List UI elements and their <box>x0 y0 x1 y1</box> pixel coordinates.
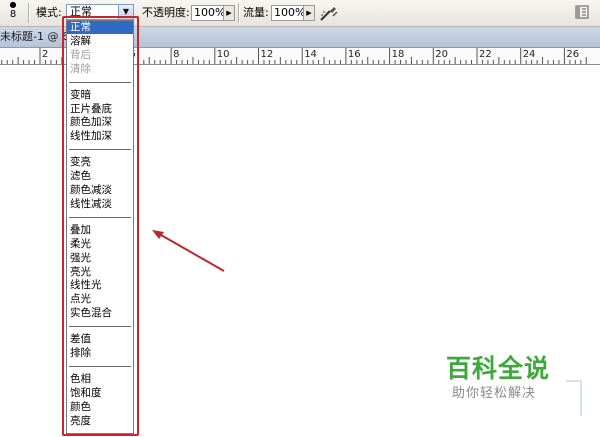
opacity-label: 不透明度: <box>142 6 190 19</box>
flow-field[interactable]: 100% ▶ <box>271 5 315 21</box>
ruler-label: 20 <box>435 49 448 60</box>
mode-label: 模式: <box>36 6 62 19</box>
brush-size-value: 8 <box>9 9 17 20</box>
ruler-label: 10 <box>217 49 230 60</box>
flow-slider-arrow-icon[interactable]: ▶ <box>303 6 314 20</box>
ruler-label: 2 <box>42 49 48 60</box>
ruler-label: 26 <box>566 49 579 60</box>
ruler-label: 24 <box>523 49 536 60</box>
highlight-frame <box>62 16 139 436</box>
ruler-label: 18 <box>392 49 405 60</box>
airbrush-icon[interactable] <box>318 3 340 23</box>
brush-dot-icon: ● <box>9 0 17 9</box>
document-title[interactable]: 未标题-1 @ 6 <box>0 29 69 45</box>
ruler-label: 12 <box>261 49 274 60</box>
annotation-arrow-icon <box>152 230 225 272</box>
watermark-title: 百科全说 <box>446 354 551 383</box>
opacity-field[interactable]: 100% ▶ <box>191 5 235 21</box>
flow-label: 流量: <box>243 6 269 19</box>
opacity-slider-arrow-icon[interactable]: ▶ <box>223 6 234 20</box>
palette-toggle-icon[interactable] <box>574 4 590 20</box>
ruler-label: 22 <box>479 49 492 60</box>
ruler-label: 14 <box>304 49 317 60</box>
brush-size-picker[interactable]: ● 8 <box>2 1 24 25</box>
watermark-subtitle: 助你轻松解决 <box>452 386 537 401</box>
ruler-label: 8 <box>173 49 179 60</box>
ruler-label: 16 <box>348 49 361 60</box>
opacity-value: 100% <box>194 6 226 19</box>
flow-value: 100% <box>274 6 306 19</box>
toolbar-divider <box>28 3 29 23</box>
toolbar-divider <box>238 3 239 23</box>
watermark-corner-decoration <box>566 380 582 416</box>
